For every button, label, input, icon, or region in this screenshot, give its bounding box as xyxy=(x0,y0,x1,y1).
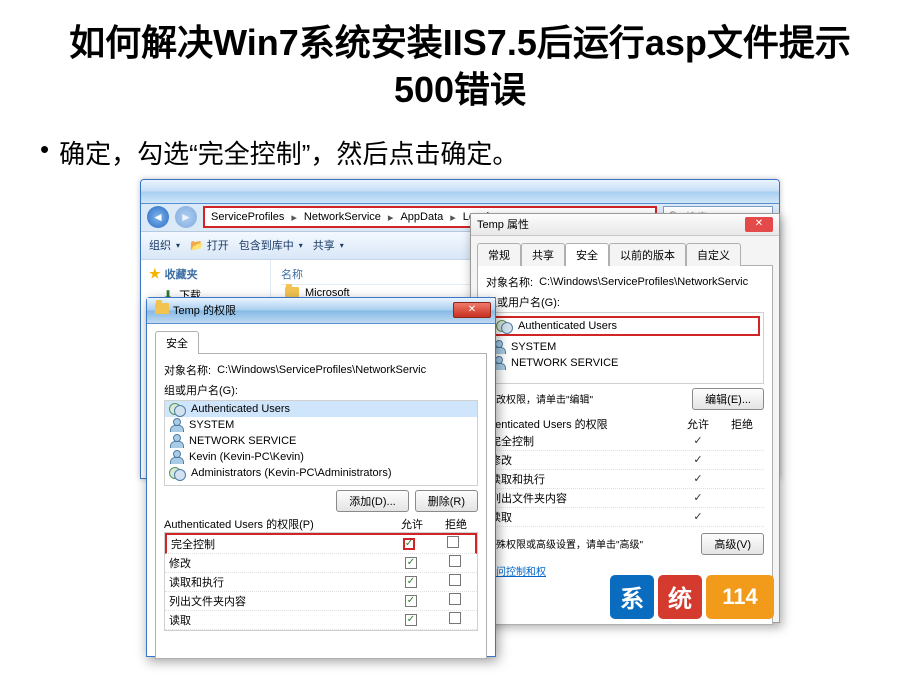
allow-checkbox[interactable] xyxy=(405,557,417,569)
object-name-label: 对象名称: xyxy=(486,274,533,290)
user-item[interactable]: Kevin (Kevin-PC\Kevin) xyxy=(165,449,477,465)
permission-row: 读取✓ xyxy=(486,508,764,527)
properties-tabs: 常规 共享 安全 以前的版本 自定义 xyxy=(471,236,779,265)
user-item[interactable]: NETWORK SERVICE xyxy=(165,433,477,449)
object-name-value: C:\Windows\ServiceProfiles\NetworkServic xyxy=(539,276,764,288)
user-icon xyxy=(169,418,183,432)
folder-icon xyxy=(155,303,169,314)
allow-label-2: 允许 xyxy=(390,516,434,532)
screenshot-area: ◄ ► ServiceProfiles ▸ NetworkService ▸ AppDa… xyxy=(140,179,780,659)
permission-row: 读取 xyxy=(165,611,477,630)
edit-hint: 更改权限，请单击"编辑" xyxy=(486,391,593,406)
nav-favorites[interactable]: ★收藏夹 xyxy=(149,266,270,282)
permission-row: 列出文件夹内容✓ xyxy=(486,489,764,508)
logo-chip-1: 系 xyxy=(610,575,654,619)
deny-checkbox[interactable] xyxy=(449,555,461,567)
users-listbox[interactable]: Authenticated Users SYSTEM NETWORK SERVI… xyxy=(486,312,764,384)
tab-custom[interactable]: 自定义 xyxy=(686,243,741,266)
tab-security-2[interactable]: 安全 xyxy=(155,331,199,354)
advanced-button[interactable]: 高级(V) xyxy=(701,533,764,555)
user-item[interactable]: SYSTEM xyxy=(165,417,477,433)
permission-row: 完全控制 xyxy=(165,533,477,554)
object-name-label-2: 对象名称: xyxy=(164,362,211,378)
deny-checkbox[interactable] xyxy=(449,574,461,586)
crumb-segment[interactable]: ServiceProfiles xyxy=(211,211,284,223)
close-button[interactable]: ✕ xyxy=(745,217,773,232)
user-network-service[interactable]: NETWORK SERVICE xyxy=(487,355,763,371)
user-icon xyxy=(169,402,185,416)
remove-button[interactable]: 删除(R) xyxy=(415,490,478,512)
star-icon: ★ xyxy=(149,266,161,282)
tab-previous[interactable]: 以前的版本 xyxy=(609,243,686,266)
deny-label: 拒绝 xyxy=(720,416,764,432)
allow-label: 允许 xyxy=(676,416,720,432)
users-listbox-2[interactable]: Authenticated UsersSYSTEMNETWORK SERVICE… xyxy=(164,400,478,486)
tab-general[interactable]: 常规 xyxy=(477,243,521,266)
explorer-titlebar xyxy=(141,180,779,204)
tb-include[interactable]: 包含到库中 xyxy=(239,237,303,253)
user-icon xyxy=(169,466,185,480)
tb-share[interactable]: 共享 xyxy=(313,237,344,253)
bullet-text: 确定，勾选“完全控制”，然后点击确定。 xyxy=(40,134,880,171)
groups-label: 组或用户名(G): xyxy=(486,294,764,310)
chevron-right-icon: ▸ xyxy=(388,211,394,224)
user-item[interactable]: Administrators (Kevin-PC\Administrators) xyxy=(165,465,477,481)
logo-chip-2: 统 xyxy=(658,575,702,619)
tb-open[interactable]: 📂打开 xyxy=(190,237,229,253)
properties-titlebar: Temp 属性 ✕ xyxy=(471,214,779,236)
crumb-segment[interactable]: NetworkService xyxy=(304,211,381,223)
chevron-right-icon: ▸ xyxy=(291,211,297,224)
perm-title-2: Authenticated Users 的权限(P) xyxy=(164,516,390,532)
chevron-right-icon: ▸ xyxy=(450,211,456,224)
user-icon xyxy=(169,434,183,448)
properties-dialog: Temp 属性 ✕ 常规 共享 安全 以前的版本 自定义 对象名称: C:\Win… xyxy=(470,213,780,623)
close-button[interactable]: ✕ xyxy=(453,302,491,318)
user-item[interactable]: Authenticated Users xyxy=(165,401,477,417)
allow-checkbox[interactable] xyxy=(403,538,415,550)
permission-row: 读取和执行✓ xyxy=(486,470,764,489)
permission-row: 修改✓ xyxy=(486,451,764,470)
permission-row: 列出文件夹内容 xyxy=(165,592,477,611)
tb-organize[interactable]: 组织 xyxy=(149,237,180,253)
edit-button[interactable]: 编辑(E)... xyxy=(692,388,764,410)
forward-button[interactable]: ► xyxy=(175,206,197,228)
tab-security[interactable]: 安全 xyxy=(565,243,609,266)
user-authenticated-users[interactable]: Authenticated Users xyxy=(490,316,760,336)
allow-checkbox[interactable] xyxy=(405,614,417,626)
groups-label-2: 组或用户名(G): xyxy=(164,382,478,398)
back-button[interactable]: ◄ xyxy=(147,206,169,228)
permission-row: 读取和执行 xyxy=(165,573,477,592)
allow-checkbox[interactable] xyxy=(405,576,417,588)
deny-label-2: 拒绝 xyxy=(434,516,478,532)
deny-checkbox[interactable] xyxy=(449,612,461,624)
add-button[interactable]: 添加(D)... xyxy=(336,490,408,512)
deny-checkbox[interactable] xyxy=(449,593,461,605)
object-name-value-2: C:\Windows\ServiceProfiles\NetworkServic xyxy=(217,364,478,376)
deny-checkbox[interactable] xyxy=(447,536,459,548)
logo-chip-3: 114 xyxy=(706,575,774,619)
page-title: 如何解决Win7系统安装IIS7.5后运行asp文件提示500错误 xyxy=(40,20,880,114)
tab-share[interactable]: 共享 xyxy=(521,243,565,266)
users-icon xyxy=(496,319,512,333)
allow-checkbox[interactable] xyxy=(405,595,417,607)
brand-logo: 系 统 114 xyxy=(610,575,774,619)
crumb-segment[interactable]: AppData xyxy=(400,211,443,223)
advanced-hint: 特殊权限或高级设置，请单击"高级" xyxy=(486,536,695,551)
permissions-dialog: Temp 的权限 ✕ 安全 对象名称: C:\Windows\ServicePro… xyxy=(146,297,496,657)
folder-open-icon: 📂 xyxy=(190,239,204,252)
permission-row: 修改 xyxy=(165,554,477,573)
permissions-titlebar: Temp 的权限 ✕ xyxy=(147,298,495,324)
user-icon xyxy=(169,450,183,464)
permission-row: 完全控制✓ xyxy=(486,432,764,451)
user-system[interactable]: SYSTEM xyxy=(487,339,763,355)
